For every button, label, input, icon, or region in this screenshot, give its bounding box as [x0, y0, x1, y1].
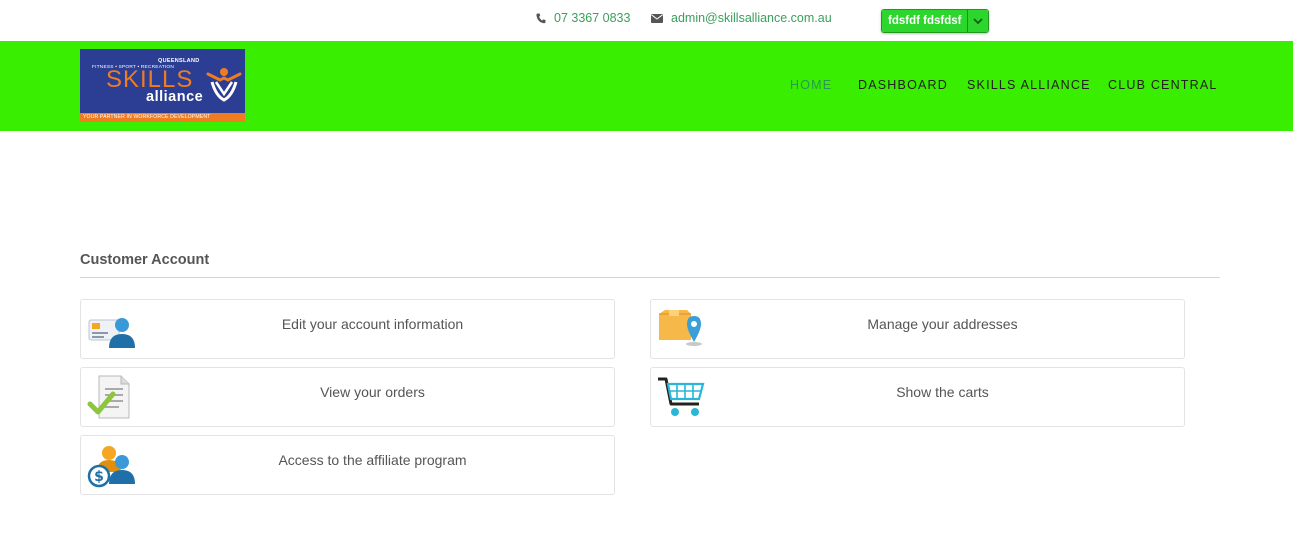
logo-state: QUEENSLAND	[158, 58, 200, 64]
email-address: admin@skillsalliance.com.au	[671, 11, 832, 25]
page-title: Customer Account	[80, 252, 210, 268]
envelope-icon	[651, 13, 663, 23]
edit-account-card[interactable]: Edit your account information	[80, 299, 615, 359]
phone-icon	[536, 13, 546, 23]
view-orders-label: View your orders	[320, 384, 425, 400]
cart-icon	[658, 377, 705, 416]
skills-alliance-logo[interactable]: QUEENSLAND FITNESS • SPORT • RECREATION …	[80, 49, 245, 122]
show-carts-card[interactable]: Show the carts	[650, 367, 1185, 427]
affiliate-program-card[interactable]: $ Access to the affiliate program	[80, 435, 615, 495]
nav-skills-alliance[interactable]: SKILLS ALLIANCE	[967, 78, 1091, 92]
email-contact[interactable]: admin@skillsalliance.com.au	[651, 11, 832, 25]
edit-account-label: Edit your account information	[281, 316, 464, 332]
nav-club-central[interactable]: CLUB CENTRAL	[1108, 78, 1218, 92]
phone-contact[interactable]: 07 3367 0833	[536, 11, 630, 25]
title-divider	[80, 277, 1220, 278]
svg-text:$: $	[94, 469, 104, 485]
user-card-icon	[88, 318, 135, 348]
show-carts-label: Show the carts	[896, 384, 989, 400]
phone-number: 07 3367 0833	[554, 11, 631, 25]
address-pin-icon	[659, 310, 702, 346]
user-menu-dropdown[interactable]	[967, 10, 989, 32]
manage-addresses-card[interactable]: Manage your addresses	[650, 299, 1185, 359]
logo-word-alliance: alliance	[146, 89, 204, 105]
user-menu-button[interactable]: fdsfdf fdsfdsf	[881, 9, 990, 33]
logo-strip: YOUR PARTNER IN WORKFORCE DEVELOPMENT	[80, 113, 245, 122]
orders-check-icon	[87, 375, 130, 419]
user-name[interactable]: fdsfdf fdsfdsf	[882, 10, 968, 32]
affiliate-program-label: Access to the affiliate program	[278, 452, 467, 468]
view-orders-card[interactable]: View your orders	[80, 367, 615, 427]
affiliate-dollar-icon: $	[87, 446, 135, 488]
chevron-down-icon	[973, 18, 984, 24]
logo-figure-icon	[206, 68, 242, 102]
nav-home[interactable]: HOME	[790, 78, 832, 92]
top-bar: 07 3367 0833 admin@skillsalliance.com.au…	[0, 0, 1293, 41]
nav-dashboard[interactable]: DASHBOARD	[858, 78, 948, 92]
manage-addresses-label: Manage your addresses	[867, 316, 1018, 332]
main-header: QUEENSLAND FITNESS • SPORT • RECREATION …	[0, 41, 1293, 131]
